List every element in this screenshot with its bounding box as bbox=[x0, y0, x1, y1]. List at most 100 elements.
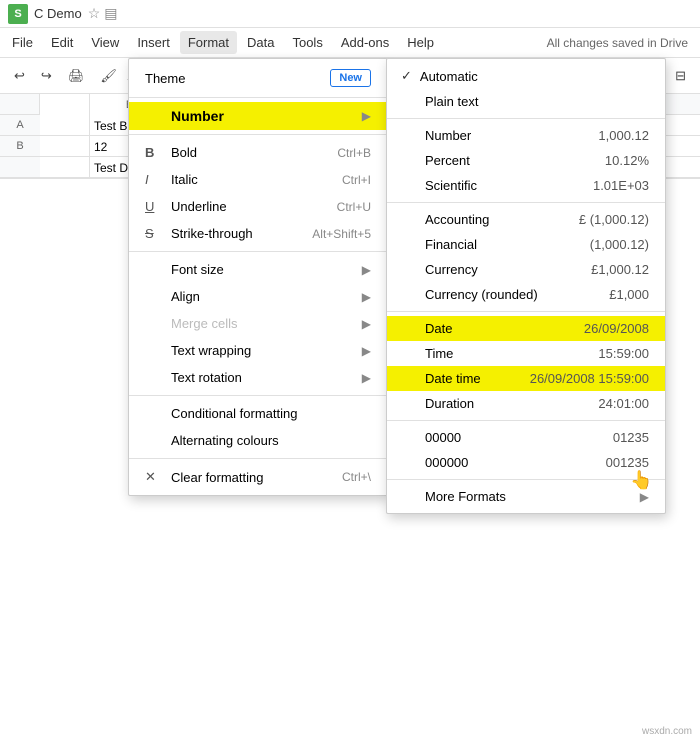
submenu-more-formats[interactable]: More Formats ▶ bbox=[387, 484, 665, 509]
format-menu-clear[interactable]: ✕ Clear formatting Ctrl+\ bbox=[129, 463, 387, 491]
format-menu-section-number: Number ▶ bbox=[129, 98, 387, 135]
format-menu-bold[interactable]: B Bold Ctrl+B bbox=[129, 139, 387, 166]
toolbar-redo[interactable]: ↪ bbox=[35, 65, 58, 87]
submenu-custom1[interactable]: 00000 01235 bbox=[387, 425, 665, 450]
duration-label: Duration bbox=[425, 396, 598, 411]
sub-section-numbers: Number 1,000.12 Percent 10.12% Scientifi… bbox=[387, 119, 665, 203]
menu-bar: File Edit View Insert Format Data Tools … bbox=[0, 28, 700, 58]
save-status: All changes saved in Drive bbox=[547, 36, 696, 50]
cell-a3[interactable] bbox=[40, 157, 90, 178]
date-label: Date bbox=[425, 321, 584, 336]
financial-value: (1,000.12) bbox=[590, 237, 649, 252]
strikethrough-menu-icon: S bbox=[145, 226, 165, 241]
format-menu-number[interactable]: Number ▶ bbox=[129, 102, 387, 130]
more-formats-label: More Formats bbox=[425, 489, 640, 504]
merge-arrow: ▶ bbox=[362, 317, 371, 331]
custom1-label: 00000 bbox=[425, 430, 613, 445]
format-menu-section-layout: Font size ▶ Align ▶ Merge cells ▶ Text w… bbox=[129, 252, 387, 396]
format-menu-align[interactable]: Align ▶ bbox=[129, 283, 387, 310]
underline-menu-icon: U bbox=[145, 199, 165, 214]
format-menu-underline[interactable]: U Underline Ctrl+U bbox=[129, 193, 387, 220]
text-rotation-label: Text rotation bbox=[171, 370, 362, 385]
duration-value: 24:01:00 bbox=[598, 396, 649, 411]
submenu-accounting[interactable]: Accounting £ (1,000.12) bbox=[387, 207, 665, 232]
format-menu-section-conditional: Conditional formatting Alternating colou… bbox=[129, 396, 387, 459]
menu-insert[interactable]: Insert bbox=[129, 31, 178, 54]
submenu-currency-rounded[interactable]: Currency (rounded) £1,000 bbox=[387, 282, 665, 307]
submenu-financial[interactable]: Financial (1,000.12) bbox=[387, 232, 665, 257]
format-menu-conditional[interactable]: Conditional formatting bbox=[129, 400, 387, 427]
number-submenu[interactable]: ✓ Automatic Plain text Number 1,000.12 P… bbox=[386, 58, 666, 514]
submenu-plain-text[interactable]: Plain text bbox=[387, 89, 665, 114]
currency-rounded-label: Currency (rounded) bbox=[425, 287, 609, 302]
text-wrapping-label: Text wrapping bbox=[171, 343, 362, 358]
format-menu[interactable]: Theme New Number ▶ B Bold Ctrl+B I Itali… bbox=[128, 58, 388, 496]
financial-label: Financial bbox=[425, 237, 590, 252]
submenu-date[interactable]: Date 26/09/2008 bbox=[387, 316, 665, 341]
sub-section-currency: Accounting £ (1,000.12) Financial (1,000… bbox=[387, 203, 665, 312]
menu-addons[interactable]: Add-ons bbox=[333, 31, 397, 54]
format-menu-theme[interactable]: Theme New bbox=[129, 63, 387, 93]
menu-view[interactable]: View bbox=[83, 31, 127, 54]
date-value: 26/09/2008 bbox=[584, 321, 649, 336]
menu-data[interactable]: Data bbox=[239, 31, 282, 54]
menu-edit[interactable]: Edit bbox=[43, 31, 81, 54]
submenu-duration[interactable]: Duration 24:01:00 bbox=[387, 391, 665, 416]
submenu-scientific[interactable]: Scientific 1.01E+03 bbox=[387, 173, 665, 198]
clear-icon: ✕ bbox=[145, 469, 165, 485]
title-bar: S C Demo ☆ ▤ bbox=[0, 0, 700, 28]
menu-format[interactable]: Format bbox=[180, 31, 237, 54]
conditional-label: Conditional formatting bbox=[171, 406, 371, 421]
format-menu-text-wrapping[interactable]: Text wrapping ▶ bbox=[129, 337, 387, 364]
cell-a1[interactable] bbox=[40, 115, 90, 136]
menu-file[interactable]: File bbox=[4, 31, 41, 54]
menu-tools[interactable]: Tools bbox=[284, 31, 330, 54]
bold-menu-icon: B bbox=[145, 145, 165, 160]
col-header-a[interactable] bbox=[40, 94, 90, 115]
italic-menu-icon: I bbox=[145, 172, 165, 187]
clear-label: Clear formatting bbox=[171, 470, 326, 485]
format-menu-merge[interactable]: Merge cells ▶ bbox=[129, 310, 387, 337]
submenu-time[interactable]: Time 15:59:00 bbox=[387, 341, 665, 366]
italic-label: Italic bbox=[171, 172, 326, 187]
format-menu-strikethrough[interactable]: S Strike-through Alt+Shift+5 bbox=[129, 220, 387, 247]
strikethrough-label: Strike-through bbox=[171, 226, 296, 241]
plain-text-label: Plain text bbox=[425, 94, 649, 109]
submenu-custom2[interactable]: 000000 001235 bbox=[387, 450, 665, 475]
strikethrough-shortcut: Alt+Shift+5 bbox=[312, 227, 371, 241]
submenu-percent[interactable]: Percent 10.12% bbox=[387, 148, 665, 173]
format-menu-italic[interactable]: I Italic Ctrl+I bbox=[129, 166, 387, 193]
custom1-value: 01235 bbox=[613, 430, 649, 445]
submenu-number[interactable]: Number 1,000.12 bbox=[387, 123, 665, 148]
number-arrow: ▶ bbox=[362, 109, 371, 123]
sub-section-more: More Formats ▶ bbox=[387, 480, 665, 513]
automatic-check: ✓ bbox=[401, 68, 412, 84]
toolbar-merge[interactable]: ⊟ bbox=[669, 65, 692, 87]
merge-label: Merge cells bbox=[171, 316, 362, 331]
folder-icon[interactable]: ▤ bbox=[104, 5, 117, 22]
app-title: C Demo bbox=[34, 6, 82, 21]
clear-shortcut: Ctrl+\ bbox=[342, 470, 371, 484]
theme-label: Theme bbox=[145, 71, 330, 86]
submenu-automatic[interactable]: ✓ Automatic bbox=[387, 63, 665, 89]
format-menu-alternating[interactable]: Alternating colours bbox=[129, 427, 387, 454]
date-time-value: 26/09/2008 15:59:00 bbox=[530, 371, 649, 386]
sub-section-custom: 00000 01235 000000 001235 bbox=[387, 421, 665, 480]
toolbar-paint[interactable]: 🖌 bbox=[94, 65, 123, 87]
submenu-date-time[interactable]: Date time 26/09/2008 15:59:00 bbox=[387, 366, 665, 391]
cell-a2[interactable] bbox=[40, 136, 90, 157]
toolbar-print[interactable]: 🖨 bbox=[62, 65, 91, 87]
watermark: wsxdn.com bbox=[642, 726, 692, 737]
submenu-currency[interactable]: Currency £1,000.12 bbox=[387, 257, 665, 282]
align-label: Align bbox=[171, 289, 362, 304]
menu-help[interactable]: Help bbox=[399, 31, 442, 54]
time-value: 15:59:00 bbox=[598, 346, 649, 361]
format-menu-text-rotation[interactable]: Text rotation ▶ bbox=[129, 364, 387, 391]
toolbar-undo[interactable]: ↩ bbox=[8, 65, 31, 87]
format-menu-font-size[interactable]: Font size ▶ bbox=[129, 256, 387, 283]
currency-label: Currency bbox=[425, 262, 591, 277]
bold-label: Bold bbox=[171, 145, 321, 160]
format-menu-section-theme: Theme New bbox=[129, 59, 387, 98]
star-icon[interactable]: ☆ bbox=[88, 5, 101, 22]
alternating-label: Alternating colours bbox=[171, 433, 371, 448]
